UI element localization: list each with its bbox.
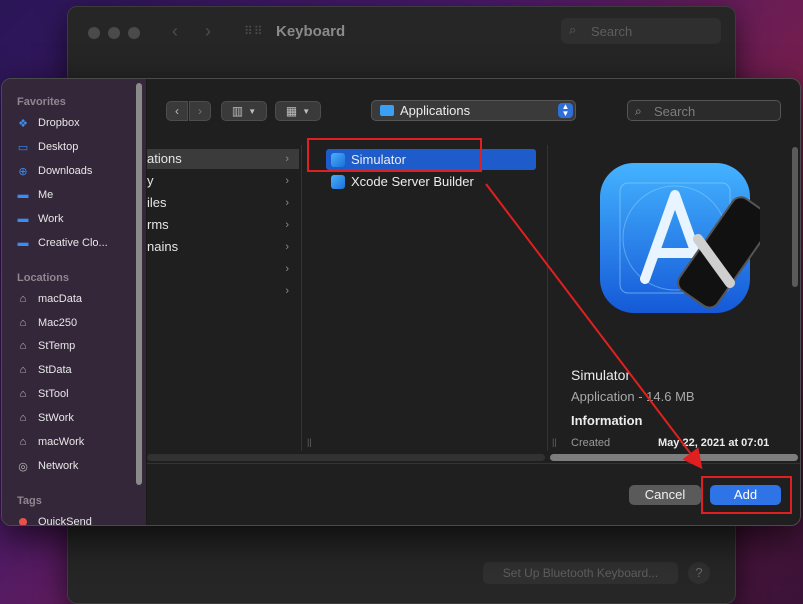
annotation-arrow xyxy=(485,183,703,470)
